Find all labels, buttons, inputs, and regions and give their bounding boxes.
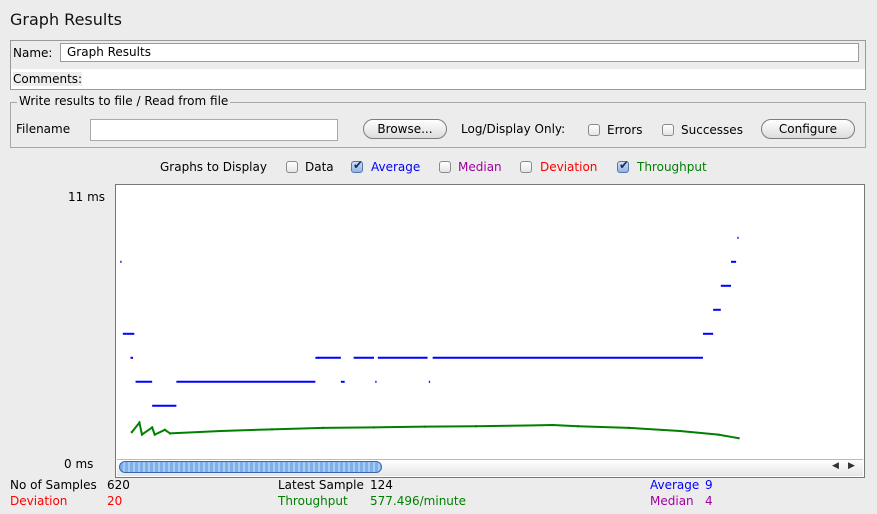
throughput-point	[140, 433, 143, 436]
median-stat-label: Median	[650, 494, 694, 508]
configure-button[interactable]: Configure	[761, 119, 855, 139]
deviation-label: Deviation	[540, 160, 598, 174]
deviation-stat-label: Deviation	[10, 494, 68, 508]
throughput-point	[424, 425, 426, 428]
errors-label: Errors	[607, 123, 643, 137]
latest-sample-label: Latest Sample	[278, 478, 364, 492]
throughput-point	[163, 428, 166, 431]
median-label: Median	[458, 160, 502, 174]
throughput-point	[717, 433, 720, 436]
no-of-samples-label: No of Samples	[10, 478, 97, 492]
name-comments-panel: Name: Graph Results Comments:	[10, 40, 866, 90]
filename-input[interactable]	[90, 119, 338, 141]
median-checkbox[interactable]	[439, 161, 451, 173]
throughput-point	[153, 433, 156, 436]
page-title: Graph Results	[10, 10, 122, 29]
throughput-point	[577, 425, 579, 428]
y-axis-max-label: 11 ms	[68, 190, 106, 204]
throughput-stat-value: 577.496/minute	[370, 494, 466, 508]
scrollbar-thumb[interactable]	[119, 461, 382, 473]
name-input[interactable]: Graph Results	[60, 43, 859, 62]
throughput-line	[130, 420, 739, 440]
browse-button[interactable]: Browse...	[363, 119, 447, 139]
throughput-point	[169, 432, 171, 435]
deviation-checkbox[interactable]	[520, 161, 532, 173]
data-checkbox[interactable]	[286, 161, 298, 173]
throughput-point	[271, 428, 273, 431]
filename-label: Filename	[16, 122, 71, 136]
data-label: Data	[305, 160, 334, 174]
latest-sample-value: 124	[370, 478, 393, 492]
no-of-samples-value: 620	[107, 478, 130, 492]
throughput-point	[130, 431, 133, 434]
y-axis-min-label: 0 ms	[64, 457, 94, 471]
throughput-checkbox[interactable]	[617, 158, 629, 173]
median-stat-value: 4	[705, 494, 713, 508]
comments-label: Comments:	[13, 72, 83, 86]
throughput-label: Throughput	[637, 160, 707, 174]
throughput-point	[322, 426, 324, 429]
throughput-point	[551, 424, 554, 426]
successes-checkbox[interactable]	[662, 124, 674, 136]
scroll-left-arrow-icon[interactable]: ◀	[832, 461, 839, 471]
graph-canvas	[120, 236, 740, 440]
name-label: Name:	[13, 46, 53, 60]
throughput-point	[151, 426, 154, 429]
average-stat-label: Average	[650, 478, 700, 492]
throughput-point	[475, 425, 477, 428]
successes-label: Successes	[681, 123, 743, 137]
average-checkbox[interactable]	[351, 158, 363, 173]
errors-checkbox[interactable]	[588, 124, 600, 136]
log-display-only-label: Log/Display Only:	[461, 122, 566, 136]
graphs-to-display-label: Graphs to Display	[160, 160, 267, 174]
deviation-stat-value: 20	[107, 494, 123, 508]
throughput-point	[220, 430, 222, 432]
throughput-point	[138, 421, 141, 424]
throughput-point	[526, 424, 528, 427]
throughput-point	[628, 426, 630, 429]
average-stat-value: 9	[705, 478, 713, 492]
throughput-point	[679, 430, 681, 432]
average-label: Average	[371, 160, 421, 174]
file-panel-legend: Write results to file / Read from file	[17, 94, 231, 108]
throughput-stat-label: Throughput	[278, 494, 348, 508]
throughput-point	[373, 426, 375, 429]
throughput-point	[737, 437, 740, 440]
scroll-right-arrow-icon[interactable]: ▶	[848, 461, 855, 471]
comments-input[interactable]	[11, 69, 865, 89]
graph-panel	[115, 184, 865, 478]
